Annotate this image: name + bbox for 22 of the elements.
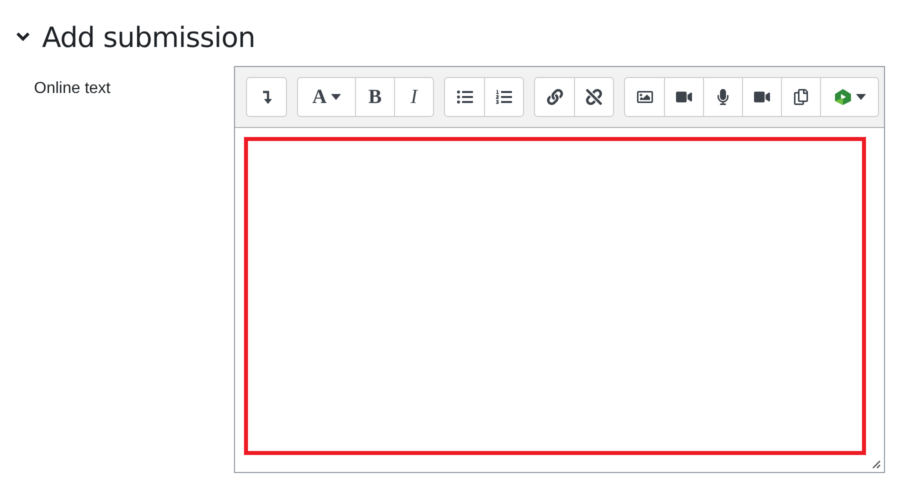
resize-handle-icon[interactable] [871, 459, 881, 469]
unlink-icon [586, 89, 602, 105]
link-icon [546, 89, 562, 105]
highlighted-text-area[interactable] [244, 137, 866, 455]
caret-icon [856, 94, 866, 100]
italic-button[interactable]: I [394, 78, 433, 116]
image-icon [636, 89, 652, 105]
numbered-list-icon [496, 89, 512, 105]
video-camera-icon [676, 89, 692, 105]
chevron-down-icon[interactable] [16, 32, 30, 42]
video-camera-icon [754, 89, 770, 105]
bullet-list-icon [456, 89, 472, 105]
microphone-icon [715, 89, 731, 105]
plugin-menu-button[interactable] [820, 78, 878, 116]
logo-icon [834, 88, 852, 106]
section-title: Add submission [42, 20, 256, 54]
numbered-list-button[interactable] [484, 78, 523, 116]
caret-icon [330, 94, 341, 100]
arrow-down-icon [262, 90, 272, 104]
copy-icon [793, 89, 809, 105]
field-label: Online text [33, 79, 112, 99]
unlink-button[interactable] [574, 78, 613, 116]
